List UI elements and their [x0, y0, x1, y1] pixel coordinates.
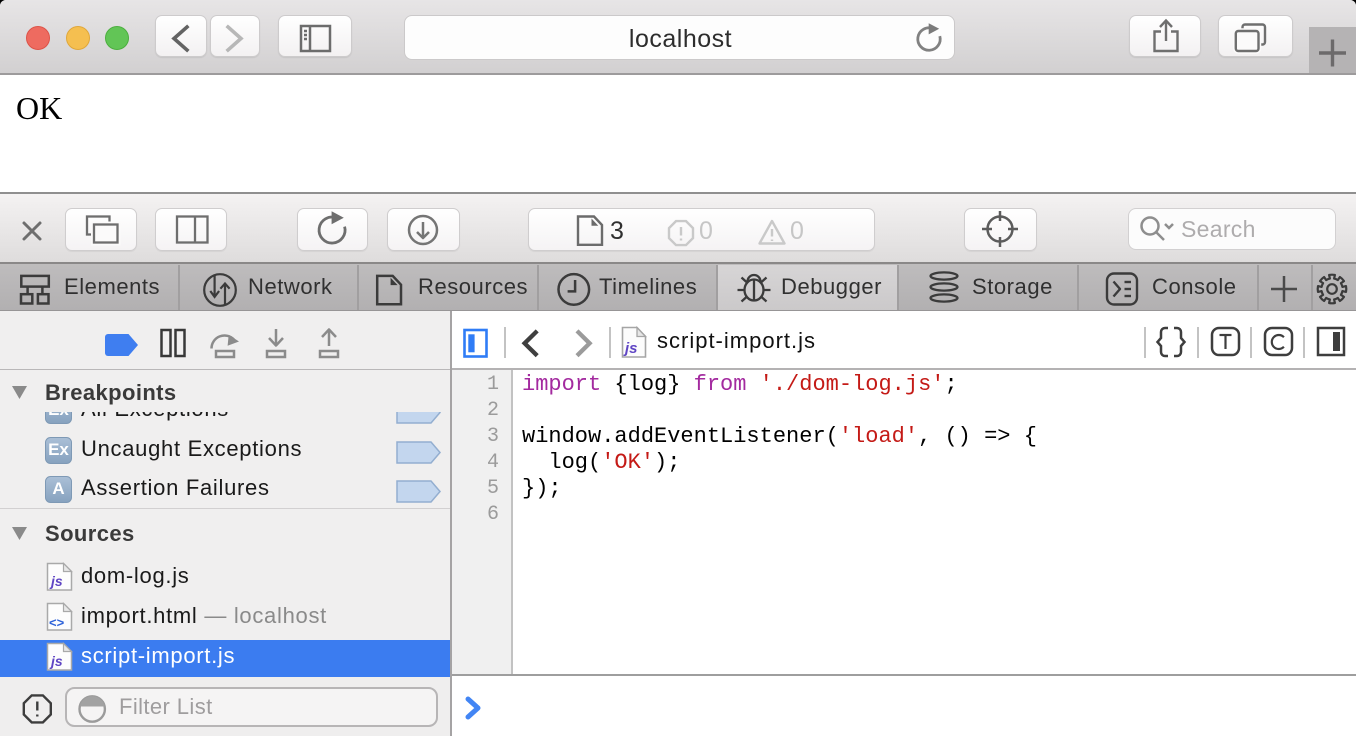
svg-text:js: js	[49, 653, 63, 669]
svg-text:<>: <>	[49, 615, 65, 630]
svg-text:js: js	[49, 573, 63, 589]
svg-text:js: js	[623, 340, 638, 357]
